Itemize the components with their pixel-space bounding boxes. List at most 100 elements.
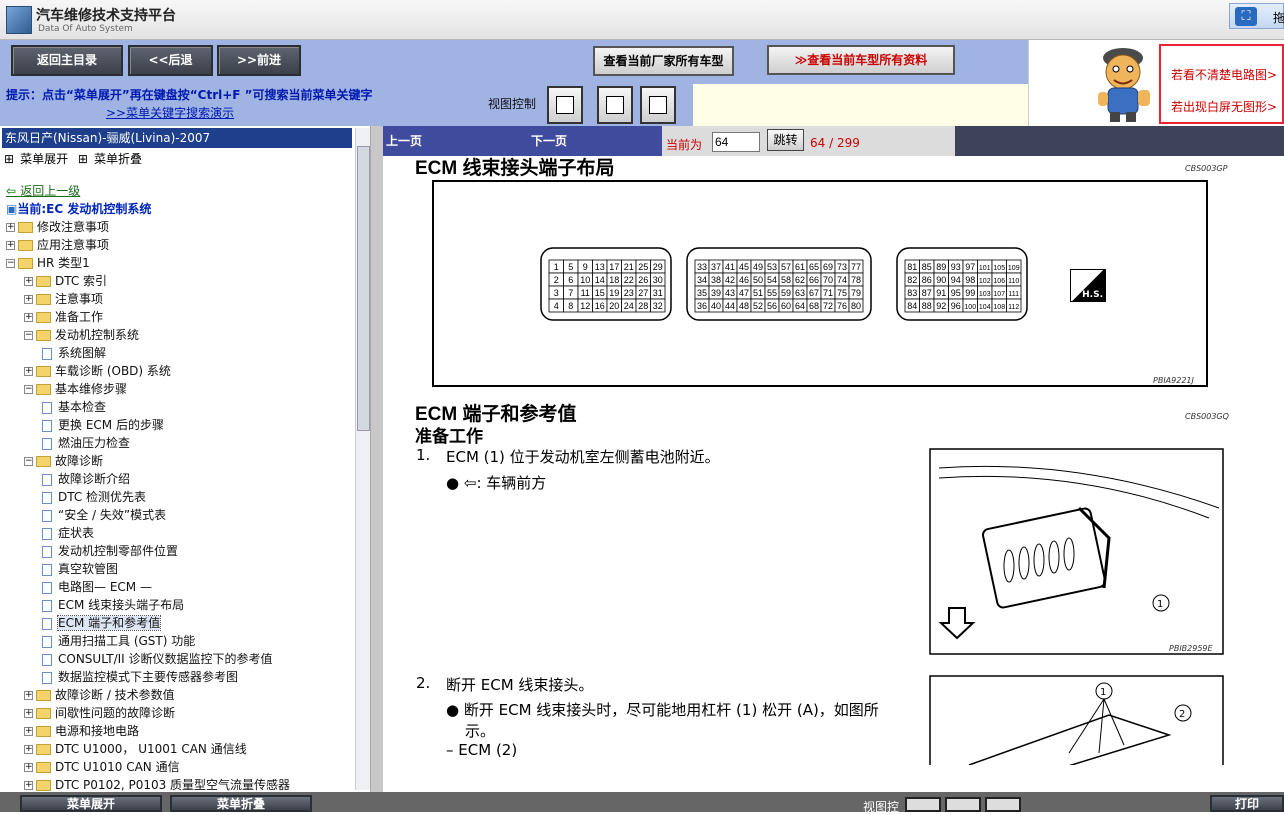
connector-pin: 83 xyxy=(907,288,917,298)
expand-toggle-icon[interactable]: + xyxy=(24,763,33,772)
tree-item[interactable]: CONSULT/II 诊断仪数据监控下的参考值 xyxy=(42,650,273,668)
tree-item[interactable]: + 车载诊断 (OBD) 系统 xyxy=(24,362,171,380)
connector-pin: 10 xyxy=(580,275,590,285)
prev-page-link[interactable]: 上一页 xyxy=(386,132,422,149)
figure-callout-1b: 1 xyxy=(1100,687,1106,698)
collapse-toggle-icon[interactable]: − xyxy=(6,259,15,268)
connector-pin: 104 xyxy=(979,304,991,311)
expand-toggle-icon[interactable]: + xyxy=(24,781,33,790)
bottom-collapse-button[interactable]: 菜单折叠 xyxy=(170,795,312,812)
expand-toggle-icon[interactable]: + xyxy=(24,691,33,700)
expand-toggle-icon[interactable]: + xyxy=(6,241,15,250)
next-page-link[interactable]: 下一页 xyxy=(531,132,567,149)
tree-item[interactable]: − 发动机控制系统 xyxy=(24,326,139,344)
tree-item[interactable]: + DTC U1000， U1001 CAN 通信线 xyxy=(24,740,247,758)
view-split-button[interactable] xyxy=(597,86,633,124)
ad-line-1[interactable]: 若看不清楚电路图> xyxy=(1171,66,1277,83)
menu-scrollbar[interactable] xyxy=(355,128,370,790)
tree-item[interactable]: 数据监控模式下主要传感器参考图 xyxy=(42,668,238,686)
bottom-view-btn-2[interactable] xyxy=(945,797,981,812)
back-up-link[interactable]: ⇦ 返回上一级 xyxy=(6,182,80,199)
connector-pin: 5 xyxy=(568,262,573,272)
step-2-bullet: ● 断开 ECM 线束接头时，尽可能地用杠杆 (1) 松开 (A)，如图所 xyxy=(446,701,879,719)
tree-item[interactable]: 燃油压力检查 xyxy=(42,434,130,452)
view-right-button[interactable] xyxy=(547,86,583,124)
connector-pin: 70 xyxy=(823,275,833,285)
tree-item[interactable]: + 间歇性问题的故障诊断 xyxy=(24,704,175,722)
expand-toggle-icon[interactable]: + xyxy=(24,745,33,754)
tree-item[interactable]: + 故障诊断 / 技术参数值 xyxy=(24,686,175,704)
bullet-icon: ● xyxy=(446,474,464,492)
connector-pin: 67 xyxy=(809,288,819,298)
expand-toggle-icon[interactable]: + xyxy=(24,313,33,322)
ad-box[interactable]: 若看不清楚电路图> 若出现白屏无图形> xyxy=(1159,44,1284,124)
tree-item-label: 通用扫描工具 (GST) 功能 xyxy=(58,634,196,648)
collapse-toggle-icon[interactable]: − xyxy=(24,457,33,466)
connector-pin: 105 xyxy=(993,265,1005,272)
scroll-thumb[interactable] xyxy=(357,146,370,431)
connector-pin: 72 xyxy=(823,301,833,311)
harness-symbol-icon: H.S. xyxy=(1070,269,1106,302)
connector-pin: 68 xyxy=(809,301,819,311)
bottom-view-btn-3[interactable] xyxy=(985,797,1021,812)
print-button[interactable]: 打印 xyxy=(1210,795,1284,812)
tree-item[interactable]: + 准备工作 xyxy=(24,308,103,326)
collapse-toggle-icon[interactable]: − xyxy=(24,331,33,340)
tree-item[interactable]: + DTC 索引 xyxy=(24,272,107,290)
connector-pin: 8 xyxy=(568,301,573,311)
tree-item[interactable]: + 应用注意事项 xyxy=(6,236,109,254)
connector-pin: 88 xyxy=(922,301,932,311)
tree-item[interactable]: − HR 类型1 xyxy=(6,254,90,272)
search-demo-link[interactable]: >>菜单关键字搜索演示 xyxy=(106,104,234,121)
connector-pin: 37 xyxy=(711,262,721,272)
view-models-button[interactable]: 查看当前厂家所有车型 xyxy=(593,46,734,76)
tree-item[interactable]: − 基本维修步骤 xyxy=(24,380,127,398)
tree-item[interactable]: 系统图解 xyxy=(42,344,106,362)
expand-toggle-icon[interactable]: + xyxy=(24,367,33,376)
expand-toggle-icon[interactable]: + xyxy=(24,277,33,286)
pane-splitter[interactable] xyxy=(371,126,383,792)
expand-toggle-icon[interactable]: + xyxy=(6,223,15,232)
tree-item[interactable]: 基本检查 xyxy=(42,398,106,416)
tree-item[interactable]: − 故障诊断 xyxy=(24,452,103,470)
tree-item[interactable]: + 修改注意事项 xyxy=(6,218,109,236)
tree-item[interactable]: 发动机控制零部件位置 xyxy=(42,542,178,560)
back-button[interactable]: <<后退 xyxy=(128,45,213,76)
view-all-data-button[interactable]: ≫查看当前车型所有资料 xyxy=(767,45,955,75)
tree-item[interactable]: 更换 ECM 后的步骤 xyxy=(42,416,164,434)
expand-toggle-icon[interactable]: + xyxy=(24,727,33,736)
connector-pin: 54 xyxy=(767,275,777,285)
expand-toggle-icon[interactable]: + xyxy=(24,709,33,718)
tree-item[interactable]: ECM 线束接头端子布局 xyxy=(42,596,184,614)
bottom-expand-button[interactable]: 菜单展开 xyxy=(20,795,162,812)
collapse-toggle-icon[interactable]: − xyxy=(24,385,33,394)
ad-line-2[interactable]: 若出现白屏无图形> xyxy=(1171,98,1277,115)
document-icon xyxy=(42,581,52,594)
connector-pin: 92 xyxy=(936,301,946,311)
menu-expand-link[interactable]: 菜单展开 xyxy=(20,152,68,166)
tree-item[interactable]: 症状表 xyxy=(42,524,94,542)
tree-item-label: DTC P0102, P0103 质量型空气流量传感器 xyxy=(55,778,291,792)
tree-item[interactable]: 故障诊断介绍 xyxy=(42,470,130,488)
tree-item[interactable]: ECM 端子和参考值 xyxy=(42,614,162,632)
connector-pin: 6 xyxy=(568,275,573,285)
tree-item[interactable]: 真空软管图 xyxy=(42,560,118,578)
tree-item[interactable]: + 电源和接地电路 xyxy=(24,722,139,740)
forward-button[interactable]: >>前进 xyxy=(217,45,301,76)
tree-item[interactable]: + 注意事项 xyxy=(24,290,103,308)
page-input[interactable] xyxy=(712,132,760,152)
tree-item[interactable]: “安全 / 失效”模式表 xyxy=(42,506,166,524)
connector-pin: 43 xyxy=(725,288,735,298)
connector-pin: 75 xyxy=(837,288,847,298)
tree-item[interactable]: + DTC U1010 CAN 通信 xyxy=(24,758,180,776)
jump-button[interactable]: 跳转 xyxy=(767,129,804,151)
home-button[interactable]: 返回主目录 xyxy=(11,45,123,76)
expand-toggle-icon[interactable]: + xyxy=(24,295,33,304)
tree-item[interactable]: 电路图— ECM — xyxy=(42,578,152,596)
view-left-button[interactable] xyxy=(640,86,676,124)
tree-item[interactable]: DTC 检测优先表 xyxy=(42,488,146,506)
tree-item[interactable]: 通用扫描工具 (GST) 功能 xyxy=(42,632,195,650)
bottom-view-btn-1[interactable] xyxy=(905,797,941,812)
menu-collapse-link[interactable]: 菜单折叠 xyxy=(94,152,142,166)
drag-button[interactable]: ⛶ 拖 xyxy=(1229,3,1284,29)
